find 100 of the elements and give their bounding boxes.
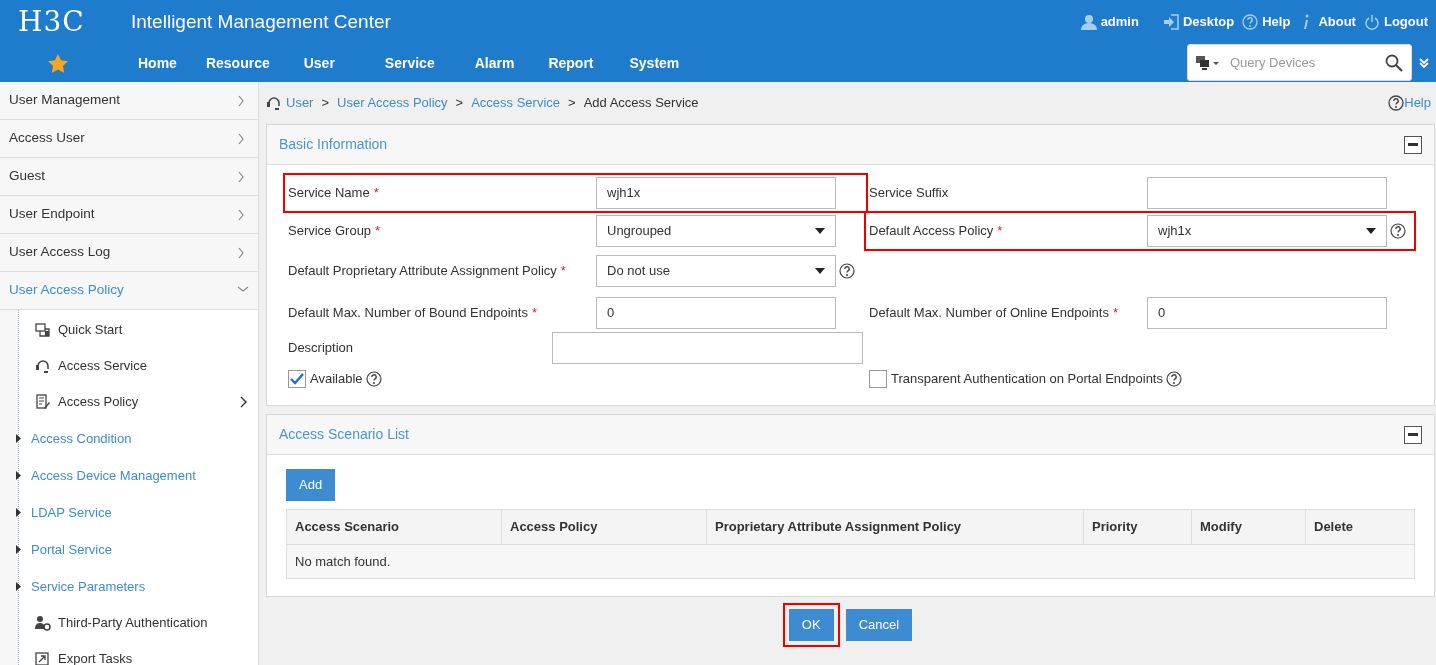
field-label: Default Max. Number of Online Endpoints xyxy=(869,305,1109,321)
search-icon[interactable] xyxy=(1385,53,1403,72)
sidebar-subitem[interactable]: Third-Party Authentication xyxy=(19,605,258,641)
header-link[interactable]: Logout xyxy=(1363,12,1428,32)
devices-icon[interactable] xyxy=(1196,55,1220,70)
input-field[interactable] xyxy=(551,332,863,364)
sidebar-item[interactable]: Access User xyxy=(0,120,258,158)
breadcrumb-separator: > xyxy=(568,94,576,113)
ok-button[interactable]: OK xyxy=(788,609,834,641)
field-label: Service Group xyxy=(288,223,372,239)
minus-icon xyxy=(1408,143,1418,146)
nav-item[interactable]: Resource xyxy=(205,52,270,74)
breadcrumb-link[interactable]: User xyxy=(286,93,314,113)
triangle-right-icon xyxy=(16,471,21,480)
caret-down-icon xyxy=(815,268,825,274)
column-header: Delete xyxy=(1306,510,1414,545)
app-title: Intelligent Management Center xyxy=(131,9,391,34)
nav-item[interactable]: Service xyxy=(384,52,435,74)
logo: H3C xyxy=(17,4,86,40)
nav-item[interactable]: Report xyxy=(548,52,594,74)
nav-item[interactable]: Home xyxy=(138,52,177,74)
breadcrumb-separator: > xyxy=(455,94,464,113)
field-label: Service Name xyxy=(288,185,370,201)
breadcrumb-link[interactable]: User Access Policy xyxy=(337,93,448,113)
field-label: Description xyxy=(288,340,354,356)
sidebar-item[interactable]: User Endpoint xyxy=(0,196,258,234)
help-icon[interactable] xyxy=(365,371,382,387)
checkbox-label: Available xyxy=(310,370,363,389)
chevron-right-icon xyxy=(240,396,248,408)
sign-in-icon xyxy=(1162,14,1179,30)
field-label: Default Max. Number of Bound Endpoints xyxy=(288,305,528,321)
header-link[interactable]: Help xyxy=(1242,12,1291,32)
panel-title: Access Scenario List xyxy=(279,425,409,444)
field-label: Default Access Policy xyxy=(869,223,994,239)
sidebar-item[interactable]: User Access Log xyxy=(0,234,258,272)
checkbox-label: Transparent Authentication on Portal Endpoints xyxy=(891,370,1163,389)
checkbox[interactable] xyxy=(869,370,887,388)
export-icon xyxy=(35,651,51,665)
cancel-button[interactable]: Cancel xyxy=(845,609,913,641)
column-header: Priority xyxy=(1084,510,1192,545)
collapse-button[interactable] xyxy=(1404,135,1422,154)
search-field[interactable]: Query Devices xyxy=(1187,44,1412,81)
sidebar-subitem[interactable]: Access Condition xyxy=(16,420,258,457)
collapse-button[interactable] xyxy=(1404,425,1422,444)
input-field[interactable]: 0 xyxy=(596,297,836,329)
user-icon xyxy=(1080,14,1097,30)
sidebar-subitem[interactable]: Quick Start xyxy=(19,312,258,348)
nav-item[interactable]: Alarm xyxy=(474,52,515,74)
double-chevron-icon[interactable] xyxy=(1418,56,1430,69)
empty-message: No match found. xyxy=(287,545,1414,578)
help-icon[interactable] xyxy=(1166,371,1182,387)
account-link[interactable]: admin xyxy=(1080,12,1139,32)
required-mark: * xyxy=(531,305,537,321)
sidebar-subitem[interactable]: Access Policy xyxy=(19,384,258,420)
caret-down-icon xyxy=(815,228,825,234)
checkbox[interactable] xyxy=(288,370,306,388)
field-label: Service Suffix xyxy=(869,185,949,201)
add-button[interactable]: Add xyxy=(286,469,336,501)
sidebar-subitem[interactable]: Access Device Management xyxy=(16,457,258,494)
breadcrumb-separator: > xyxy=(321,94,330,113)
breadcrumb-link[interactable]: Access Service xyxy=(471,93,561,113)
triangle-right-icon xyxy=(16,582,21,591)
help-link[interactable]: Help xyxy=(1388,93,1431,113)
sidebar-subitem[interactable]: Portal Service xyxy=(16,531,258,568)
required-mark: * xyxy=(1112,305,1118,321)
column-header: Modify xyxy=(1192,510,1306,545)
help-icon[interactable] xyxy=(1390,223,1406,239)
sidebar-subitem[interactable]: LDAP Service xyxy=(16,494,258,531)
header-link[interactable]: About xyxy=(1298,12,1356,32)
required-mark: * xyxy=(373,185,379,201)
dropdown[interactable]: wjh1x xyxy=(1147,215,1387,247)
triangle-right-icon xyxy=(16,545,21,554)
column-header: Access Scenario xyxy=(287,510,502,545)
required-mark: * xyxy=(375,223,381,239)
headset-icon xyxy=(266,95,282,111)
header-link[interactable]: Desktop xyxy=(1162,12,1235,32)
sidebar-item[interactable]: User Management xyxy=(0,82,258,120)
input-field[interactable]: 0 xyxy=(1147,297,1387,329)
help-icon xyxy=(1242,14,1259,30)
dropdown[interactable]: Ungrouped xyxy=(596,215,836,247)
minus-icon xyxy=(1408,433,1418,436)
input-field[interactable]: wjh1x xyxy=(596,177,836,209)
dropdown[interactable]: Do not use xyxy=(596,255,836,287)
check-icon xyxy=(290,373,304,385)
help-icon[interactable] xyxy=(839,263,855,279)
triangle-right-icon xyxy=(16,508,21,517)
document-icon xyxy=(35,394,51,410)
sidebar-subitem[interactable]: Service Parameters xyxy=(16,568,258,605)
star-icon[interactable] xyxy=(48,53,68,73)
nav-item[interactable]: User xyxy=(303,52,335,74)
headset-icon xyxy=(35,358,51,374)
field-label: Default Proprietary Attribute Assignment Policy xyxy=(288,263,557,279)
nav-item[interactable]: System xyxy=(629,52,680,74)
caret-down-icon xyxy=(1366,228,1376,234)
sidebar-item[interactable]: Guest xyxy=(0,158,258,196)
column-header: Access Policy xyxy=(502,510,707,545)
sidebar-subitem[interactable]: Access Service xyxy=(19,348,258,384)
triangle-right-icon xyxy=(16,434,21,443)
breadcrumb-current: Add Access Service xyxy=(583,94,699,113)
input-field[interactable] xyxy=(1147,177,1387,209)
